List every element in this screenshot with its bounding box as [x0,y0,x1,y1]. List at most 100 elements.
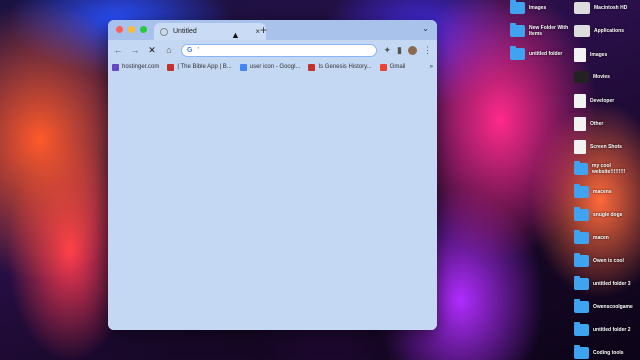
desktop-item[interactable]: snugle dogs [574,207,623,221]
bookmarks-bar: hostinger.com | The Bible App | B... user … [108,60,437,74]
bookmark-item[interactable]: user icon - Googl... [239,63,301,71]
tab-search-button[interactable]: ⌄ [422,24,429,33]
desktop-item-label: my cool website!!!!!!!!! [592,163,626,175]
new-tab-button[interactable]: + [260,23,267,37]
desktop-item-label: Coding tools [593,350,624,356]
desktop-item-label: macens [593,189,612,195]
menu-icon[interactable]: ⋮ [423,45,432,56]
folder-icon [510,0,525,14]
desktop-item-label: Owenscoolgame [593,304,633,310]
desktop-item[interactable]: Macintosh HD [574,2,627,14]
bookmark-favicon-icon [167,63,175,71]
minimize-window-button[interactable] [128,26,135,33]
side-panel-icon[interactable]: ▮ [397,45,402,56]
desktop-item-label: untitled folder 2 [593,327,631,333]
folder-icon [510,46,525,60]
doc-icon [574,140,586,154]
desktop-item-label: Movies [593,74,610,80]
desktop-item-label: Owen is cool [593,258,624,264]
mouse-cursor-icon: ▲ [231,30,240,40]
desktop-item[interactable]: untitled folder 3 [574,276,631,290]
back-button[interactable]: ← [113,45,123,55]
folder-icon [574,345,589,359]
bookmark-item[interactable]: Gmail [379,63,406,71]
folder-icon [574,184,589,198]
bookmark-favicon-icon [112,63,119,71]
close-window-button[interactable] [116,26,123,33]
desktop-item[interactable]: Other [574,117,603,131]
desktop-item-label: macen [593,235,609,241]
bookmark-item[interactable]: | The Bible App | B... [167,63,232,71]
address-input[interactable]: ' [197,47,198,54]
extensions-icon[interactable]: ✦ [384,45,392,56]
desktop-item[interactable]: Applications [574,25,624,37]
toolbar: ← → ✕ ⌂ G ' ✦ ▮ ⋮ [108,40,437,60]
folder-icon [574,207,589,221]
home-button[interactable]: ⌂ [164,45,174,55]
bookmark-label: hostinger.com [122,64,160,70]
bookmark-item[interactable]: hostinger.com [112,63,160,71]
browser-window: Untitled × + ⌄ ← → ✕ ⌂ G ' ✦ ▮ ⋮ hosting… [108,20,437,330]
folder-icon [574,276,589,290]
desktop-item-label: Applications [594,28,625,34]
bookmark-favicon-icon [379,63,387,71]
folder-icon [510,23,525,37]
window-controls [116,26,147,33]
stop-loading-button[interactable]: ✕ [147,45,157,56]
tab-title: Untitled [173,28,197,35]
extension-area: ✦ ▮ ⋮ [384,45,432,56]
desktop-item[interactable]: Images [510,0,547,14]
forward-button[interactable]: → [130,45,140,55]
folder-icon [574,253,589,267]
desktop-item-label: Macintosh HD [594,5,628,11]
desktop-item-label: untitled folder 3 [593,281,631,287]
bookmark-label: user icon - Googl... [249,64,301,70]
bookmark-favicon-icon [308,63,316,71]
desktop-item[interactable]: Developer [574,94,614,108]
disk-icon [574,25,590,37]
zoom-window-button[interactable] [140,26,147,33]
desktop-item-label: Screen Shots [590,144,622,150]
desktop-item[interactable]: my cool website!!!!!!!!! [574,161,640,175]
folder-icon [574,161,588,175]
desktop-item-label: New Folder With Items [529,25,569,37]
desktop-item-label: Other [590,121,604,127]
desktop-item[interactable]: New Folder With Items [510,23,577,37]
desktop-item[interactable]: untitled folder [510,46,563,60]
address-bar[interactable]: G ' [181,43,377,57]
tab-untitled[interactable]: Untitled × [154,23,266,40]
desktop-item[interactable]: macens [574,184,612,198]
bookmark-label: Is Genesis History... [318,64,372,70]
doc-icon [574,94,586,108]
folder-icon [574,322,589,336]
desktop-item[interactable]: Images [574,48,607,62]
tab-strip: Untitled × + ⌄ [108,20,437,40]
desktop-item[interactable]: Owen is cool [574,253,624,267]
desktop-item[interactable]: Owenscoolgame [574,299,633,313]
page-icon [160,27,168,36]
desktop-item[interactable]: macen [574,230,609,244]
doc-icon [574,117,586,131]
bookmark-label: Gmail [389,64,406,70]
doc-icon [574,48,586,62]
bookmark-favicon-icon [239,63,247,71]
desktop-item[interactable]: Movies [574,71,610,83]
google-icon: G [187,46,193,54]
desktop-item-label: Developer [590,98,615,104]
bookmark-item[interactable]: Is Genesis History... [308,63,372,71]
desktop-item-label: untitled folder [529,51,563,57]
bookmark-label: | The Bible App | B... [177,64,232,70]
desktop-item[interactable]: Screen Shots [574,140,622,154]
desktop-item-label: Images [590,52,608,58]
desktop-item-label: Images [529,5,547,11]
profile-avatar[interactable] [408,45,417,55]
dark-icon [574,71,589,83]
page-content [108,74,437,330]
desktop-item[interactable]: untitled folder 2 [574,322,631,336]
bookmarks-overflow-button[interactable]: » [430,64,433,70]
desktop-item-label: snugle dogs [593,212,623,218]
disk-icon [574,2,590,14]
desktop-item[interactable]: Coding tools [574,345,624,359]
folder-icon [574,299,589,313]
desktop-icons: Images Macintosh HD New Folder With Items A… [500,0,640,360]
